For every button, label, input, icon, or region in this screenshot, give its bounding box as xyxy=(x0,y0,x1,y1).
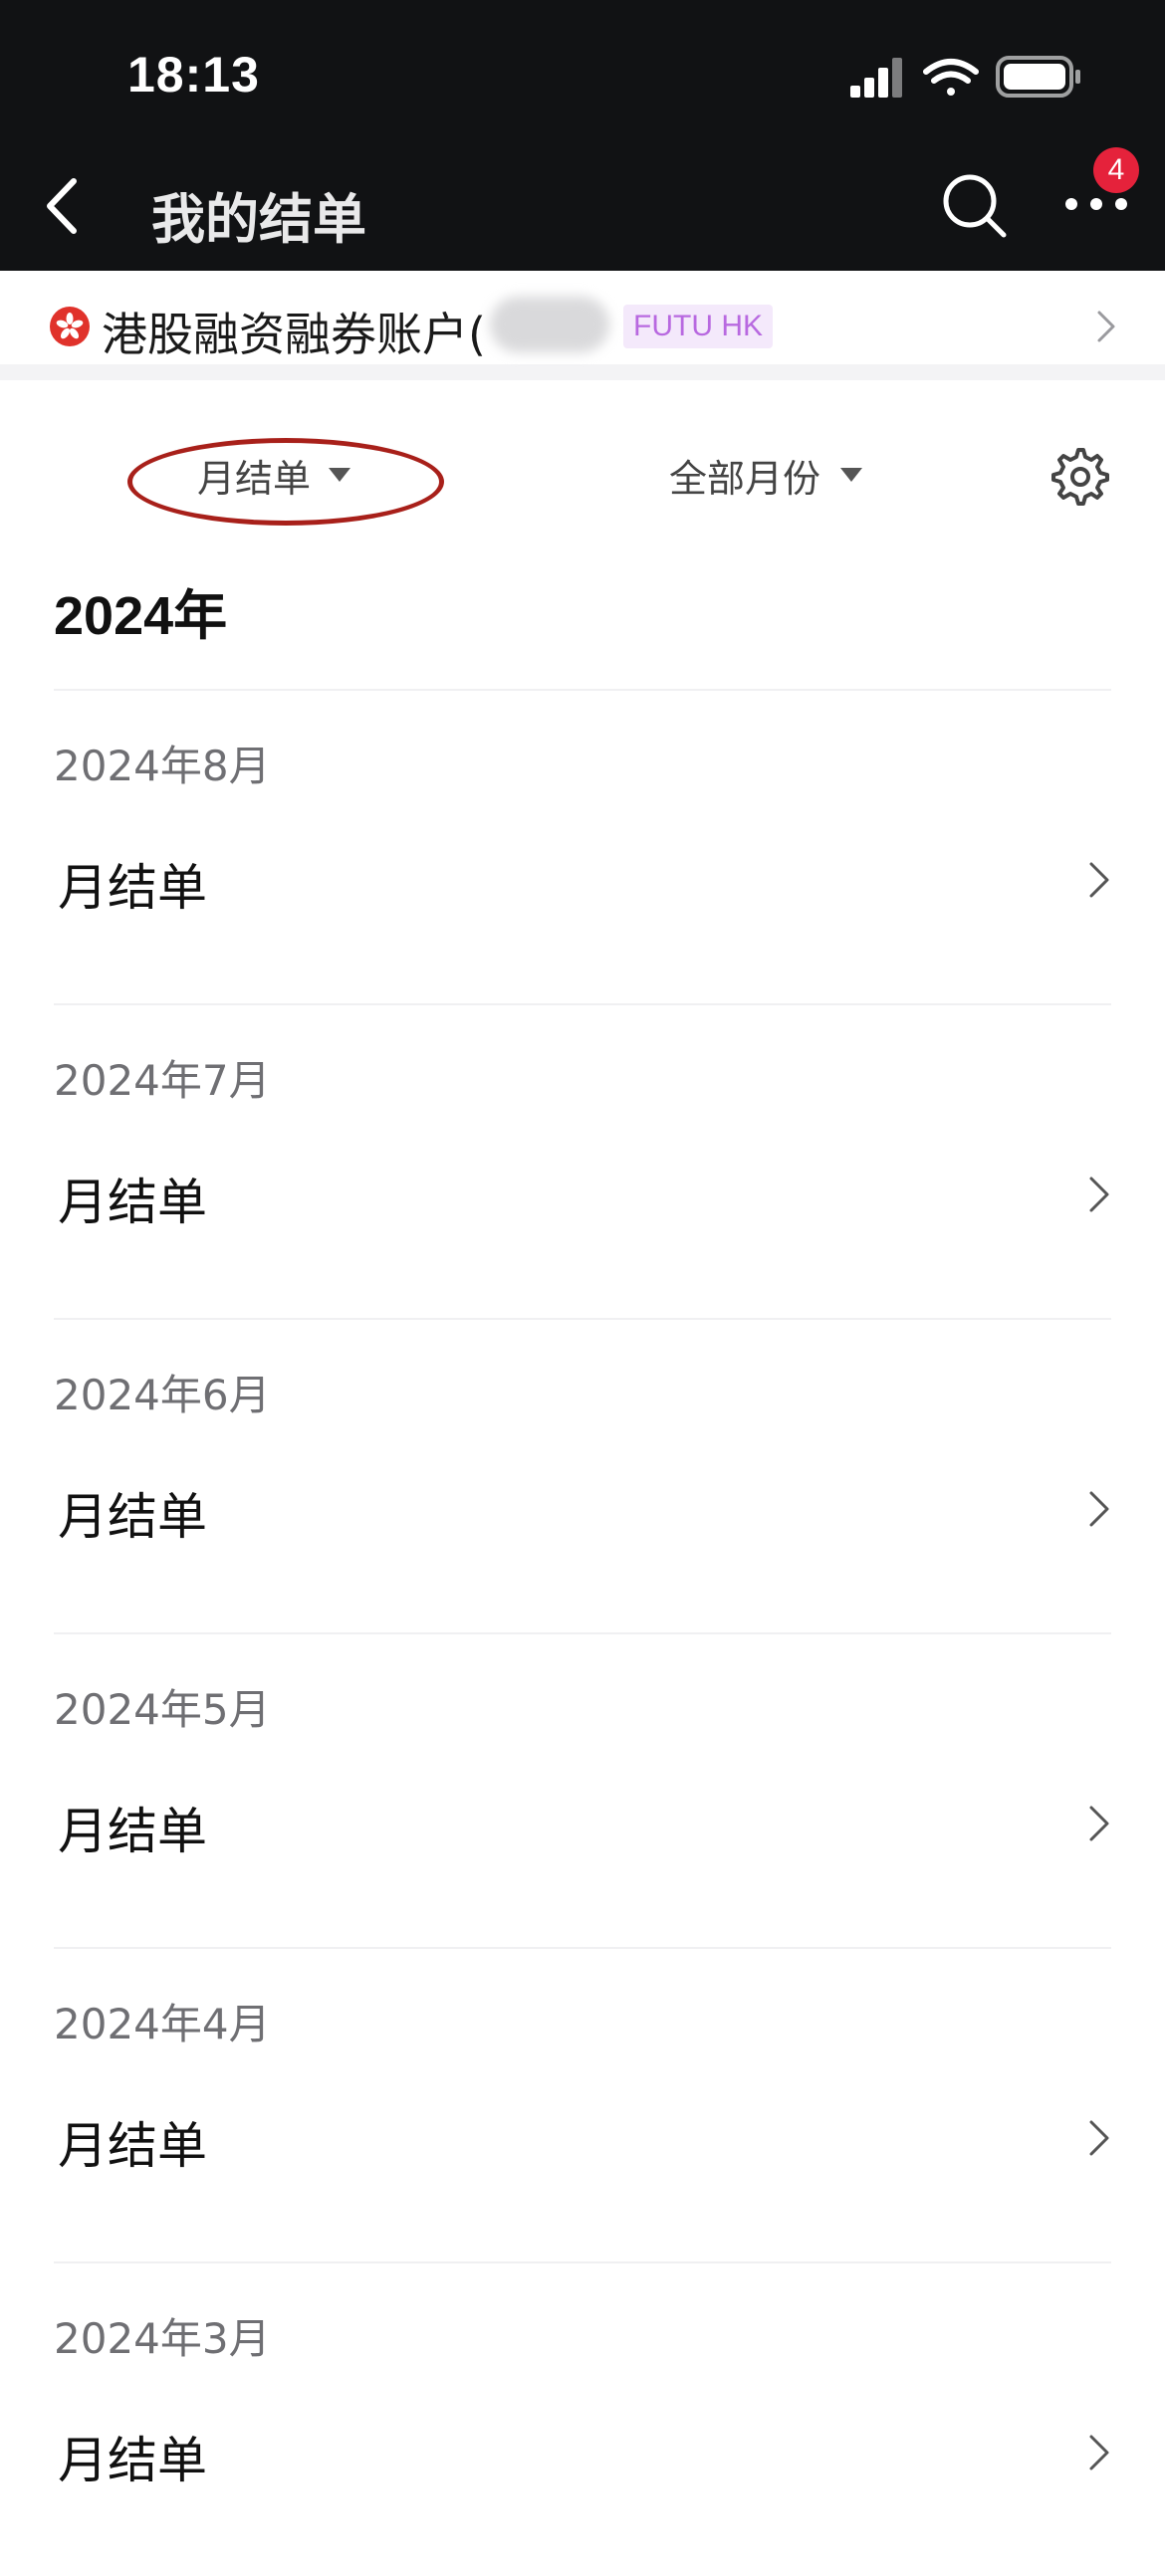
chevron-right-icon xyxy=(1089,862,1109,898)
chevron-left-icon[interactable] xyxy=(34,171,94,241)
hong-kong-flag-icon xyxy=(50,307,90,346)
statement-group: 2024年7月 月结单 xyxy=(54,1003,1111,1318)
chevron-right-icon xyxy=(1089,1177,1109,1212)
page-title: 我的结单 xyxy=(151,188,366,251)
statement-group: 2024年5月 月结单 xyxy=(54,1632,1111,1947)
statement-item[interactable]: 月结单 xyxy=(54,1469,1111,1549)
caret-down-icon[interactable] xyxy=(840,468,862,482)
statement-item[interactable]: 月结单 xyxy=(54,1155,1111,1234)
top-bar: 18:13 我的结单 4 xyxy=(0,0,1165,271)
status-icons xyxy=(850,56,1080,98)
statement-group: 2024年8月 月结单 xyxy=(54,689,1111,1003)
chevron-right-icon xyxy=(1089,2120,1109,2156)
notification-badge: 4 xyxy=(1093,147,1139,193)
statement-label: 月结单 xyxy=(58,1803,207,1860)
statement-date: 2024年7月 xyxy=(54,1056,271,1105)
year-heading: 2024年 xyxy=(54,586,228,646)
statement-item[interactable]: 月结单 xyxy=(54,2413,1111,2492)
statement-date: 2024年8月 xyxy=(54,742,271,790)
chevron-right-icon xyxy=(1089,1491,1109,1527)
broker-tag: FUTU HK xyxy=(623,305,773,348)
statement-date: 2024年4月 xyxy=(54,2000,271,2048)
statement-date: 2024年3月 xyxy=(54,2314,271,2363)
wifi-icon xyxy=(923,59,979,96)
gear-icon[interactable] xyxy=(1051,448,1109,506)
statement-label: 月结单 xyxy=(58,1488,207,1546)
cellular-signal-icon xyxy=(850,58,902,98)
statement-list: 2024年8月 月结单 2024年7月 月结单 2024年6月 月结单 2024… xyxy=(0,689,1165,2576)
chevron-right-icon xyxy=(1089,2435,1109,2470)
account-number-redacted xyxy=(490,297,609,352)
account-name: 港股融资融券账户( xyxy=(102,308,486,361)
statement-group: 2024年3月 月结单 xyxy=(54,2261,1111,2576)
search-icon[interactable] xyxy=(938,169,1010,241)
statement-item[interactable]: 月结单 xyxy=(54,840,1111,920)
statement-group: 2024年6月 月结单 xyxy=(54,1318,1111,1632)
account-selector[interactable]: 港股融资融券账户( FUTU HK xyxy=(0,271,1165,380)
statement-item[interactable]: 月结单 xyxy=(54,1784,1111,1863)
chevron-right-icon xyxy=(1097,311,1115,342)
status-time: 18:13 xyxy=(127,47,260,103)
chevron-right-icon xyxy=(1089,1806,1109,1841)
statement-date: 2024年5月 xyxy=(54,1685,271,1734)
highlight-annotation xyxy=(127,438,444,526)
statement-label: 月结单 xyxy=(58,859,207,917)
statement-label: 月结单 xyxy=(58,2117,207,2175)
statement-group: 2024年4月 月结单 xyxy=(54,1947,1111,2261)
statement-item[interactable]: 月结单 xyxy=(54,2098,1111,2178)
statement-label: 月结单 xyxy=(58,1174,207,1231)
statement-label: 月结单 xyxy=(58,2432,207,2489)
statement-date: 2024年6月 xyxy=(54,1371,271,1419)
month-range-dropdown[interactable]: 全部月份 xyxy=(669,448,820,503)
battery-icon xyxy=(996,56,1080,98)
